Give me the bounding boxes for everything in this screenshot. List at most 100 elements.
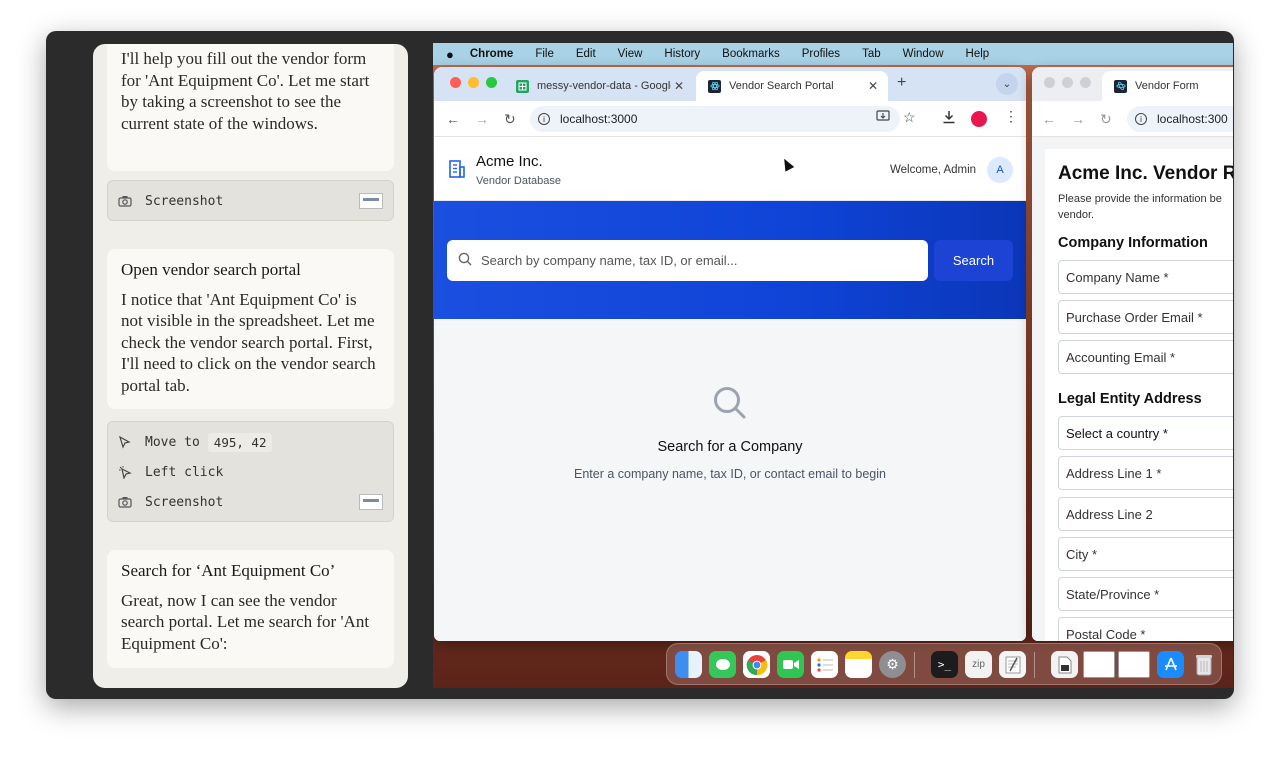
chrome-window-portal: messy-vendor-data - Google ✕ Vendor Sear… xyxy=(434,67,1026,641)
window-controls xyxy=(1044,77,1091,88)
chat-message-body: I notice that 'Ant Equipment Co' is not … xyxy=(121,289,376,395)
url-text: localhost:300 xyxy=(1157,112,1228,126)
tool-label: Left click xyxy=(145,464,224,480)
menu-view[interactable]: View xyxy=(618,48,643,60)
company-name-field[interactable]: Company Name * xyxy=(1058,260,1233,294)
form-intro: Please provide the information be vendor… xyxy=(1058,193,1222,221)
site-info-icon[interactable]: i xyxy=(1135,113,1147,125)
tool-row-screenshot[interactable]: Screenshot xyxy=(108,181,393,221)
search-button[interactable]: Search xyxy=(934,240,1013,281)
menu-history[interactable]: History xyxy=(664,48,700,60)
tab-label: Vendor Form xyxy=(1135,80,1199,92)
reload-icon[interactable]: ↻ xyxy=(1100,111,1112,128)
city-field[interactable]: City * xyxy=(1058,537,1233,571)
close-window-button[interactable] xyxy=(450,77,461,88)
postal-code-field[interactable]: Postal Code * xyxy=(1058,617,1233,641)
tool-row-click[interactable]: Left click xyxy=(108,457,393,487)
close-tab-icon[interactable]: ✕ xyxy=(868,79,878,93)
address-line-1-field[interactable]: Address Line 1 * xyxy=(1058,456,1233,490)
tab-messy-vendor-data[interactable]: messy-vendor-data - Google ✕ xyxy=(504,71,694,101)
empty-state-title: Search for a Company xyxy=(657,439,803,455)
screenshot-thumbnail[interactable] xyxy=(359,494,383,510)
tab-vendor-form[interactable]: Vendor Form xyxy=(1102,71,1233,101)
tab-strip: messy-vendor-data - Google ✕ Vendor Sear… xyxy=(434,67,1026,101)
tool-label: Move to xyxy=(145,434,200,450)
chat-message-body: I'll help you fill out the vendor form f… xyxy=(121,49,370,133)
tool-row-move[interactable]: Move to 495, 42 xyxy=(108,427,393,457)
menu-window[interactable]: Window xyxy=(903,48,944,60)
install-app-icon[interactable] xyxy=(876,110,890,126)
purchase-order-email-field[interactable]: Purchase Order Email * xyxy=(1058,300,1233,334)
address-bar[interactable]: i localhost:300 xyxy=(1127,106,1233,132)
react-icon xyxy=(708,79,721,93)
screenshot-thumbnail[interactable] xyxy=(359,193,383,209)
search-placeholder: Search by company name, tax ID, or email… xyxy=(481,253,738,268)
back-arrow-icon[interactable]: ← xyxy=(446,111,460,127)
menu-edit[interactable]: Edit xyxy=(576,48,596,60)
tab-label: messy-vendor-data - Google xyxy=(537,80,671,92)
archive-file-icon[interactable]: zip xyxy=(965,651,992,678)
menu-bookmarks[interactable]: Bookmarks xyxy=(722,48,780,60)
search-hero: Search by company name, tax ID, or email… xyxy=(434,201,1026,319)
sheets-icon xyxy=(516,79,529,93)
tool-label: Screenshot xyxy=(145,494,224,510)
forward-arrow-icon[interactable]: → xyxy=(1071,111,1085,127)
tool-row-screenshot[interactable]: Screenshot xyxy=(108,487,393,517)
bookmark-star-icon[interactable]: ☆ xyxy=(903,109,916,126)
menu-app-name[interactable]: Chrome xyxy=(470,48,513,60)
reload-icon[interactable]: ↻ xyxy=(504,111,516,128)
empty-state: Search for a Company Enter a company nam… xyxy=(434,319,1026,641)
messages-icon[interactable] xyxy=(709,651,736,678)
mac-screen: ● Chrome File Edit View History Bookmark… xyxy=(433,43,1233,688)
accounting-email-field[interactable]: Accounting Email * xyxy=(1058,340,1233,374)
tab-search-chevron-icon[interactable]: ⌄ xyxy=(996,73,1018,95)
profile-avatar[interactable] xyxy=(971,111,987,127)
company-search-input[interactable]: Search by company name, tax ID, or email… xyxy=(447,240,928,281)
menu-help[interactable]: Help xyxy=(966,48,990,60)
user-avatar[interactable]: A xyxy=(987,157,1013,183)
chat-message-title: Open vendor search portal xyxy=(121,260,301,279)
close-window-button[interactable] xyxy=(1044,77,1055,88)
chrome-icon[interactable] xyxy=(743,651,770,678)
address-bar[interactable]: i localhost:3000 xyxy=(530,106,900,132)
facetime-icon[interactable] xyxy=(777,651,804,678)
camera-icon xyxy=(118,495,132,509)
tab-strip: Vendor Form xyxy=(1032,67,1233,101)
trash-icon[interactable] xyxy=(1190,651,1217,678)
window-thumbnail-icon[interactable] xyxy=(1083,651,1115,678)
menu-file[interactable]: File xyxy=(535,48,554,60)
minimize-window-button[interactable] xyxy=(1062,77,1073,88)
new-tab-plus-icon[interactable]: + xyxy=(897,74,906,92)
tool-call-group-1: Screenshot xyxy=(107,180,394,221)
more-options-icon[interactable]: ⋮ xyxy=(1004,108,1018,125)
zoom-window-button[interactable] xyxy=(1080,77,1091,88)
zoom-window-button[interactable] xyxy=(486,77,497,88)
textedit-icon[interactable] xyxy=(999,651,1026,678)
system-settings-icon[interactable]: ⚙ xyxy=(879,651,906,678)
minimize-window-button[interactable] xyxy=(468,77,479,88)
state-province-field[interactable]: State/Province * xyxy=(1058,577,1233,611)
company-name: Acme Inc. xyxy=(476,153,543,170)
download-icon[interactable] xyxy=(942,110,956,127)
app-store-icon[interactable] xyxy=(1157,651,1184,678)
tab-vendor-search-portal[interactable]: Vendor Search Portal ✕ xyxy=(696,71,888,101)
site-info-icon[interactable]: i xyxy=(538,113,550,125)
url-text: localhost:3000 xyxy=(560,112,638,126)
reminders-icon[interactable] xyxy=(811,651,838,678)
country-select[interactable]: Select a country * xyxy=(1058,416,1233,450)
menu-profiles[interactable]: Profiles xyxy=(802,48,840,60)
close-tab-icon[interactable]: ✕ xyxy=(674,79,684,93)
vendor-form-card: Acme Inc. Vendor R Please provide the in… xyxy=(1045,149,1233,641)
menu-tab[interactable]: Tab xyxy=(862,48,881,60)
apple-icon[interactable]: ● xyxy=(446,47,454,62)
coordinate-chip: 495, 42 xyxy=(207,432,273,452)
empty-state-text: Enter a company name, tax ID, or contact… xyxy=(574,467,886,481)
window-thumbnail-icon[interactable] xyxy=(1118,651,1150,678)
terminal-icon[interactable]: >_ xyxy=(931,651,958,678)
forward-arrow-icon[interactable]: → xyxy=(475,111,489,127)
finder-icon[interactable] xyxy=(675,651,702,678)
address-line-2-field[interactable]: Address Line 2 xyxy=(1058,497,1233,531)
back-arrow-icon[interactable]: ← xyxy=(1042,111,1056,127)
document-icon[interactable] xyxy=(1051,651,1078,678)
notes-icon[interactable] xyxy=(845,651,872,678)
